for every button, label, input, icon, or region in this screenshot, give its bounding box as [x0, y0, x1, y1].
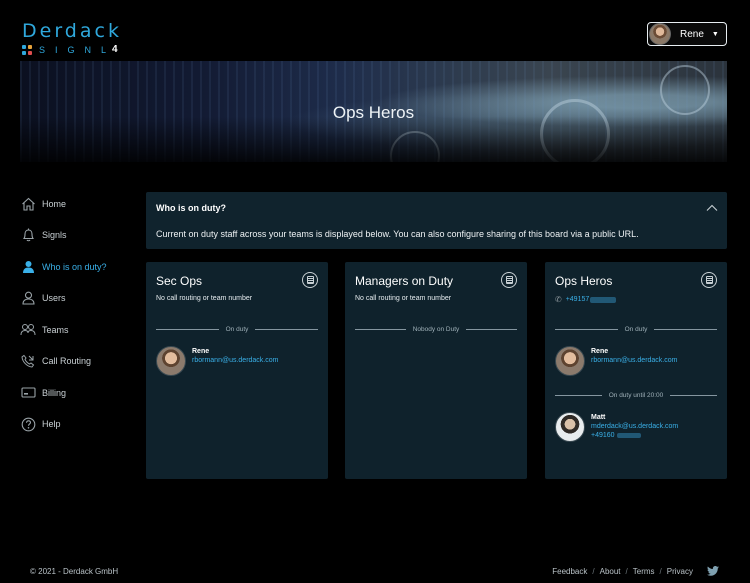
footer-link-terms[interactable]: Terms [633, 567, 655, 576]
sidebar-item-who-is-on-duty[interactable]: Who is on duty? [20, 251, 107, 283]
logo-product-version: 4 [112, 44, 118, 55]
twitter-icon[interactable] [707, 566, 719, 576]
team-banner: Ops Heros [20, 61, 727, 162]
person-name: Rene [591, 348, 609, 355]
sidebar-item-signls[interactable]: Signls [20, 220, 107, 252]
home-icon [20, 196, 36, 212]
phone-routing-icon [20, 353, 36, 369]
derdack-signl4-logo[interactable]: Derdack SIGNL 4 [22, 22, 122, 55]
sidebar-item-billing[interactable]: Billing [20, 377, 107, 409]
user-icon [20, 290, 36, 306]
logo-wordmark: Derdack [22, 20, 122, 42]
info-panel-title: Who is on duty? [156, 203, 226, 213]
person-name: Matt [591, 414, 606, 421]
logo-dots-icon [22, 44, 32, 55]
avatar [555, 412, 585, 442]
sidebar-item-call-routing[interactable]: Call Routing [20, 346, 107, 378]
person-email-link[interactable]: rbormann@us.derdack.com [591, 356, 677, 365]
copyright-notice: © 2021 - Derdack GmbH [30, 567, 119, 576]
avatar [649, 23, 671, 45]
team-phone-number[interactable]: ✆ +49157 [555, 295, 617, 304]
bell-icon [20, 227, 36, 243]
sidebar-item-users[interactable]: Users [20, 283, 107, 315]
sidebar-item-teams[interactable]: Teams [20, 314, 107, 346]
duty-card-sec-ops: Sec Ops No call routing or team number O… [146, 262, 328, 479]
info-panel-text: Current on duty staff across your teams … [156, 229, 639, 239]
card-title: Ops Heros [555, 274, 613, 288]
on-duty-person: Rene rbormann@us.derdack.com [555, 346, 677, 376]
footer-links: Feedback / About / Terms / Privacy [552, 566, 719, 576]
card-details-icon[interactable] [302, 272, 318, 288]
who-is-on-duty-info-panel: Who is on duty? Current on duty staff ac… [146, 192, 727, 249]
phone-icon: ✆ [555, 295, 562, 304]
footer-link-about[interactable]: About [600, 567, 621, 576]
on-duty-person: Rene rbormann@us.derdack.com [156, 346, 278, 376]
help-icon [20, 416, 36, 432]
person-name: Rene [192, 348, 210, 355]
card-title: Sec Ops [156, 274, 203, 288]
user-menu-button[interactable]: Rene ▼ [647, 22, 727, 46]
user-name: Rene [680, 28, 704, 40]
on-duty-divider: On duty [555, 324, 718, 334]
person-duty-icon [20, 259, 36, 275]
on-duty-until-divider: On duty until 20:00 [555, 390, 718, 400]
person-email-link[interactable]: mderdack@us.derdack.com [591, 422, 678, 431]
sidebar-nav: Home Signls Who is on duty? Users Teams … [20, 188, 107, 440]
redacted-digits [590, 296, 617, 303]
card-subtitle: No call routing or team number [355, 295, 452, 302]
sidebar-item-home[interactable]: Home [20, 188, 107, 220]
card-details-icon[interactable] [701, 272, 717, 288]
footer-link-privacy[interactable]: Privacy [667, 567, 693, 576]
card-subtitle: No call routing or team number [156, 295, 253, 302]
logo-product-name: SIGNL [39, 44, 117, 55]
chevron-up-icon[interactable] [705, 201, 719, 215]
avatar [156, 346, 186, 376]
redacted-digits [616, 433, 641, 438]
sidebar-item-help[interactable]: Help [20, 409, 107, 441]
duty-card-managers-on-duty: Managers on Duty No call routing or team… [345, 262, 527, 479]
on-duty-divider: On duty [156, 324, 319, 334]
footer-link-feedback[interactable]: Feedback [552, 567, 587, 576]
duty-card-ops-heros: Ops Heros ✆ +49157 On duty Rene rbormann… [545, 262, 727, 479]
card-title: Managers on Duty [355, 274, 454, 288]
person-email-link[interactable]: rbormann@us.derdack.com [192, 356, 278, 365]
person-phone-link[interactable]: +49160 [591, 431, 678, 440]
avatar [555, 346, 585, 376]
team-title: Ops Heros [332, 103, 415, 122]
billing-icon [20, 385, 36, 401]
teams-icon [20, 322, 36, 338]
card-details-icon[interactable] [501, 272, 517, 288]
caret-down-icon: ▼ [711, 30, 719, 38]
on-duty-person: Matt mderdack@us.derdack.com +49160 [555, 412, 678, 442]
nobody-on-duty-divider: Nobody on Duty [355, 324, 517, 334]
